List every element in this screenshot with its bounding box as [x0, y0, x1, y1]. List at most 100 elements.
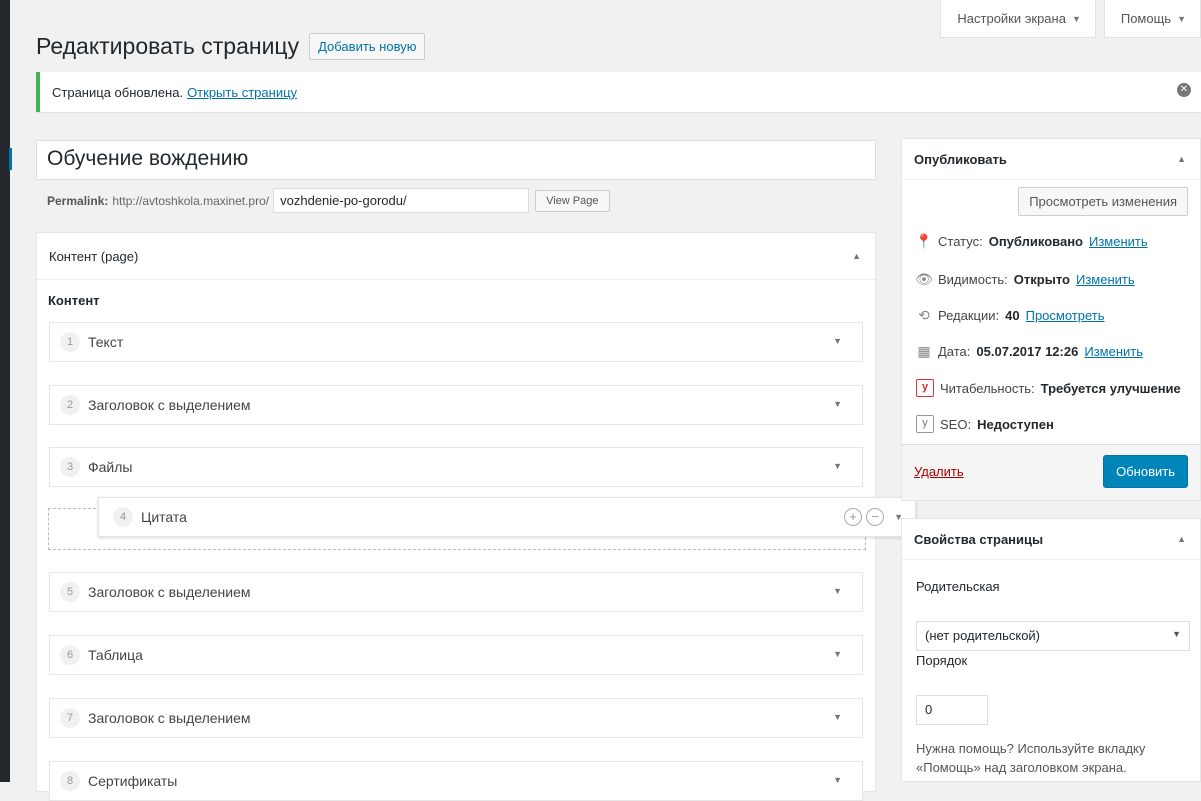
row-number: 8 [60, 771, 80, 791]
layout-row[interactable]: 1 Текст ▼ [49, 322, 863, 362]
post-title-input[interactable]: Обучение вождению [36, 140, 876, 180]
status-line: 📍 Статус: Опубликовано Изменить [915, 232, 1148, 249]
permalink-label: Permalink: [47, 193, 109, 208]
caret-down-icon[interactable]: ▼ [833, 336, 842, 346]
caret-down-icon: ▼ [1177, 13, 1186, 24]
readability-value: Требуется улучшение [1040, 380, 1181, 396]
pin-icon: 📍 [915, 232, 933, 249]
publish-metabox: Опубликовать ▲ Просмотреть изменения 📍 С… [901, 138, 1201, 501]
caret-down-icon[interactable]: ▼ [833, 712, 842, 722]
permalink-base: http://avtoshkola.maxinet.pro/ [112, 193, 270, 208]
edit-date-link[interactable]: Изменить [1084, 344, 1143, 359]
layout-row[interactable]: 6 Таблица ▼ [49, 635, 863, 675]
screen-meta-tabs: Настройки экрана ▼ Помощь ▼ [940, 0, 1201, 38]
revisions-label: Редакции: [938, 307, 1000, 323]
add-row-icon[interactable]: + [844, 508, 863, 526]
page-attributes-title: Свойства страницы [914, 531, 1044, 547]
caret-down-icon[interactable]: ▼ [833, 399, 842, 409]
yoast-seo-icon: y [916, 415, 934, 433]
slug-input[interactable]: vozhdenie-po-gorodu/ [273, 188, 530, 213]
layout-row[interactable]: 7 Заголовок с выделением ▼ [49, 698, 863, 738]
layout-row[interactable]: 3 Файлы ▼ [49, 447, 863, 487]
date-line: ▦ Дата: 05.07.2017 12:26 Изменить [916, 343, 1143, 359]
seo-label: SEO: [940, 416, 972, 432]
active-menu-marker [9, 148, 12, 170]
row-number: 5 [60, 582, 80, 602]
add-new-button[interactable]: Добавить новую [309, 33, 426, 60]
content-field-label: Контент [48, 293, 100, 308]
collapse-arrow-icon[interactable]: ▲ [852, 251, 861, 261]
row-title: Файлы [88, 459, 133, 475]
row-title: Цитата [141, 509, 187, 525]
order-label: Порядок [916, 653, 968, 668]
screen-options-label: Настройки экрана [957, 11, 1066, 26]
order-input[interactable]: 0 [916, 695, 988, 725]
caret-down-icon[interactable]: ▼ [833, 461, 842, 471]
caret-down-icon[interactable]: ▼ [833, 586, 842, 596]
dragging-layout-row[interactable]: 4 Цитата + − ▼ [98, 497, 916, 537]
view-page-button[interactable]: View Page [535, 189, 610, 212]
row-title: Таблица [88, 647, 143, 663]
layout-row[interactable]: 2 Заголовок с выделением ▼ [49, 385, 863, 425]
seo-line: y SEO: Недоступен [916, 415, 1054, 433]
revisions-value: 40 [1005, 307, 1020, 323]
status-value: Опубликовано [988, 233, 1083, 249]
collapse-arrow-icon[interactable]: ▲ [1177, 154, 1186, 164]
page-title: Редактировать страницу [36, 33, 300, 59]
yoast-readability-icon: y [916, 379, 934, 397]
row-number: 4 [113, 507, 133, 527]
revisions-line: ⟲ Редакции: 40 Просмотреть [916, 306, 1105, 323]
page-attributes-header[interactable]: Свойства страницы ▲ [902, 519, 1200, 560]
publish-title: Опубликовать [914, 151, 1007, 167]
notice-text: Страница обновлена. [52, 84, 184, 100]
visibility-value: Открыто [1013, 271, 1070, 287]
help-label: Помощь [1120, 11, 1172, 26]
visibility-line: 👁 Видимость: Открыто Изменить [915, 270, 1135, 287]
content-metabox-title: Контент (page) [49, 248, 139, 264]
browse-revisions-link[interactable]: Просмотреть [1026, 308, 1105, 323]
calendar-icon: ▦ [917, 342, 931, 359]
row-number: 3 [60, 457, 80, 477]
collapse-arrow-icon[interactable]: ▲ [1177, 534, 1186, 544]
caret-down-icon[interactable]: ▼ [833, 649, 842, 659]
row-title: Сертификаты [88, 773, 178, 789]
row-number: 6 [60, 645, 80, 665]
publish-metabox-header[interactable]: Опубликовать ▲ [902, 139, 1200, 180]
readability-label: Читабельность: [940, 380, 1035, 396]
updated-notice: Страница обновлена. Открыть страницу ✕ [36, 72, 1201, 112]
row-title: Заголовок с выделением [88, 584, 251, 600]
help-tab[interactable]: Помощь ▼ [1103, 0, 1201, 38]
parent-select-value: (нет родительской) [925, 628, 1041, 643]
row-actions: + − ▼ [844, 508, 903, 526]
screen-options-tab[interactable]: Настройки экрана ▼ [940, 0, 1096, 38]
view-page-link[interactable]: Открыть страницу [187, 85, 297, 100]
status-label: Статус: [938, 233, 983, 249]
preview-changes-button[interactable]: Просмотреть изменения [1018, 187, 1188, 216]
permalink-bar: Permalink: http://avtoshkola.maxinet.pro… [47, 188, 610, 213]
date-value: 05.07.2017 12:26 [976, 343, 1079, 359]
parent-label: Родительская [916, 579, 1000, 594]
history-icon: ⟲ [918, 306, 930, 323]
layout-row[interactable]: 8 Сертификаты ▼ [49, 761, 863, 801]
publish-actions: Удалить Обновить [902, 444, 1200, 500]
eye-icon: 👁 [915, 270, 933, 287]
layout-row[interactable]: 5 Заголовок с выделением ▼ [49, 572, 863, 612]
row-title: Заголовок с выделением [88, 710, 251, 726]
caret-down-icon: ▼ [1071, 13, 1081, 24]
admin-sidebar-edge [0, 0, 12, 782]
content-metabox-header[interactable]: Контент (page) ▲ [37, 233, 875, 280]
caret-down-icon[interactable]: ▼ [833, 775, 842, 785]
row-number: 1 [60, 332, 80, 352]
update-button[interactable]: Обновить [1103, 455, 1188, 488]
edit-visibility-link[interactable]: Изменить [1076, 272, 1135, 287]
row-title: Заголовок с выделением [88, 397, 251, 413]
seo-value: Недоступен [977, 416, 1054, 432]
edit-status-link[interactable]: Изменить [1089, 234, 1148, 249]
caret-down-icon: ▼ [1172, 629, 1181, 639]
readability-line: y Читабельность: Требуется улучшение [916, 379, 1181, 397]
parent-select[interactable]: (нет родительской) ▼ [916, 621, 1190, 651]
delete-link[interactable]: Удалить [914, 464, 964, 479]
remove-row-icon[interactable]: − [866, 508, 885, 526]
dismiss-icon[interactable]: ✕ [1177, 83, 1191, 97]
help-text: Нужна помощь? Используйте вкладку «Помощ… [916, 741, 1146, 775]
